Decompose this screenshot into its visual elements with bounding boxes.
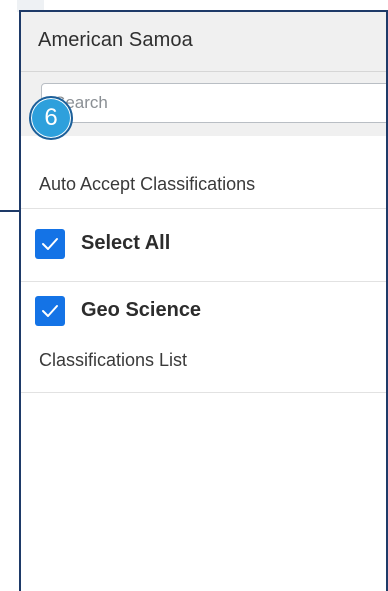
- background-panel-fragment: [0, 0, 20, 212]
- panel-title: American Samoa: [38, 29, 193, 51]
- search-input[interactable]: [41, 83, 386, 123]
- search-row: [21, 72, 386, 136]
- select-all-label: Select All: [81, 232, 171, 254]
- classifications-list-label: Classifications List: [39, 350, 188, 370]
- select-all-checkbox[interactable]: [35, 229, 65, 259]
- auto-accept-row: Auto Accept Classifications: [21, 136, 386, 209]
- select-all-row[interactable]: Select All: [21, 209, 386, 282]
- classification-panel: American Samoa Auto Accept Classificatio…: [19, 10, 388, 591]
- panel-header: American Samoa: [21, 12, 386, 72]
- classification-item-geo-science[interactable]: Geo Science: [21, 282, 386, 346]
- step-number-badge: 6: [29, 96, 73, 140]
- geo-science-label: Geo Science: [81, 299, 202, 321]
- check-icon: [42, 305, 58, 317]
- geo-science-checkbox[interactable]: [35, 296, 65, 326]
- check-icon: [42, 238, 58, 250]
- classifications-list-row: Classifications List: [21, 346, 386, 393]
- auto-accept-label: Auto Accept Classifications: [39, 174, 256, 194]
